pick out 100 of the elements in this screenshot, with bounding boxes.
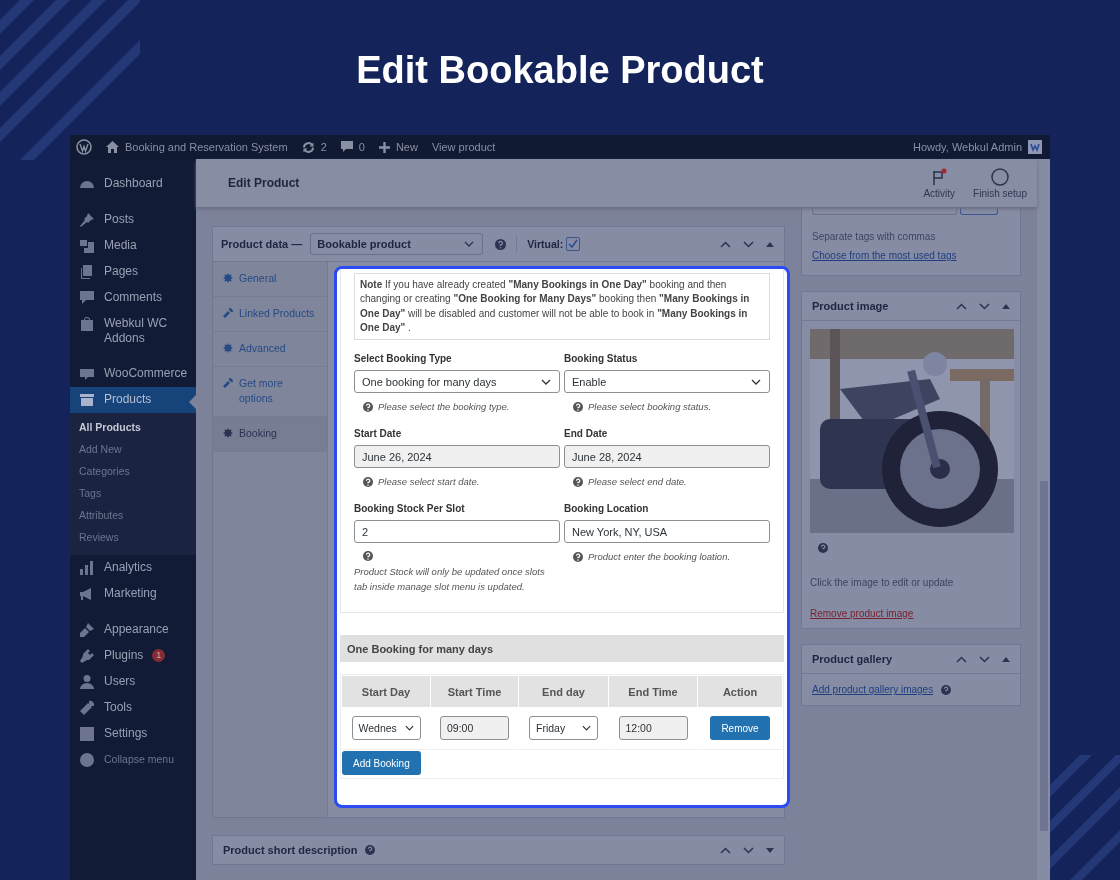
help-text: Please select booking status.	[588, 401, 712, 413]
sidebar-item[interactable]: Media	[70, 233, 196, 259]
box-title: Product image	[812, 300, 889, 312]
select-field[interactable]: Enable	[564, 370, 770, 394]
chevron-down-icon[interactable]	[979, 655, 990, 663]
add-gallery-link[interactable]: Add product gallery images	[812, 684, 934, 695]
sidebar-item[interactable]: Appearance	[70, 617, 196, 643]
view-product-link[interactable]: View product	[431, 141, 496, 153]
sidebar-item[interactable]: Plugins 1	[70, 643, 196, 669]
scrollbar[interactable]	[1037, 159, 1050, 880]
wordpress-logo-icon[interactable]	[76, 139, 92, 155]
chevron-up-icon[interactable]	[956, 655, 967, 663]
input-field[interactable]: 2	[354, 520, 560, 544]
day-select[interactable]: Friday	[529, 716, 598, 741]
submenu-item[interactable]: Attributes	[70, 505, 196, 527]
triangle-up-icon[interactable]	[1002, 303, 1010, 309]
brush-icon	[79, 622, 95, 638]
virtual-checkbox[interactable]	[566, 237, 581, 251]
home-icon	[106, 141, 119, 153]
setup-button[interactable]: Finish setup	[973, 167, 1027, 199]
chevron-up-icon[interactable]	[720, 846, 731, 854]
time-field[interactable]: 12:00	[618, 716, 688, 741]
help-icon	[573, 476, 583, 487]
sidebar-item[interactable]: Webkul WC Addons	[70, 311, 196, 351]
sidebar-item[interactable]: Tools	[70, 695, 196, 721]
column-header: End day	[519, 676, 608, 708]
sidebar-item[interactable]: Marketing	[70, 581, 196, 607]
help-text: Product Stock will only be updated once slots tab inside manage slot menu is updated.	[354, 565, 546, 595]
page-title: Edit Bookable Product	[356, 48, 764, 92]
column-header: Start Day	[342, 676, 430, 708]
activity-button[interactable]: Activity	[923, 167, 956, 199]
day-select[interactable]: Wednes	[351, 716, 421, 741]
tab-icon	[223, 428, 233, 438]
chevron-down-icon[interactable]	[743, 240, 754, 248]
submenu-item[interactable]: Categories	[70, 461, 196, 483]
plus-icon	[378, 141, 390, 153]
most-used-tags-link[interactable]: Choose from the most used tags	[812, 250, 1010, 261]
updates-link[interactable]: 2	[301, 140, 327, 154]
sidebar-item[interactable]: Comments	[70, 285, 196, 311]
field-label: Booking Status	[564, 353, 639, 365]
triangle-up-icon[interactable]	[1002, 656, 1010, 662]
sidebar-item[interactable]: Collapse menu	[70, 747, 196, 773]
sidebar-item[interactable]: Products	[70, 387, 196, 413]
product-data-tab[interactable]: Booking	[213, 417, 327, 452]
sidebar-item[interactable]: Users	[70, 669, 196, 695]
sidebar-item[interactable]: Analytics	[70, 555, 196, 581]
user-icon	[79, 674, 95, 690]
flag-icon	[930, 167, 949, 186]
booking-note: Note If you have already created "Many Bookings in One Day" booking and then changing or creating "One Booking for Many Days" booking then "Many Bookings in One Day" will be disabled and customer will not be able to book in "Many Bookings in One Day" .	[354, 273, 770, 341]
sidebar-item[interactable]: Dashboard	[70, 171, 196, 197]
sidebar-item[interactable]: Settings	[70, 721, 196, 747]
sidebar-item[interactable]: Pages	[70, 259, 196, 285]
triangle-down-icon[interactable]	[766, 847, 774, 853]
input-field[interactable]: New York, NY, USA	[564, 520, 770, 544]
date-field[interactable]: June 26, 2024	[354, 445, 560, 469]
chevron-up-icon[interactable]	[720, 240, 731, 248]
chevron-down-icon[interactable]	[743, 846, 754, 854]
sidebar-item[interactable]: WooCommerce	[70, 361, 196, 387]
sidebar-item[interactable]: Posts	[70, 207, 196, 233]
submenu-item[interactable]: Add New	[70, 439, 196, 461]
tab-icon	[223, 273, 233, 283]
count-badge: 1	[152, 649, 166, 662]
chevron-up-icon[interactable]	[956, 302, 967, 310]
tag-input-field[interactable]	[812, 207, 957, 215]
site-name-link[interactable]: Booking and Reservation System	[106, 141, 288, 153]
product-type-select[interactable]: Bookable product	[310, 233, 484, 255]
column-header: Action	[698, 676, 782, 708]
add-tag-button[interactable]	[960, 207, 998, 215]
help-icon	[941, 684, 952, 695]
help-text: Please select start date.	[378, 476, 480, 488]
virtual-label: Virtual:	[527, 238, 564, 250]
tab-icon	[223, 308, 233, 318]
comments-link[interactable]: 0	[340, 141, 365, 153]
submenu-item[interactable]: All Products	[70, 419, 196, 439]
field-label: Booking Location	[564, 503, 650, 515]
page-heading: Edit Product	[228, 176, 300, 190]
remove-button[interactable]: Remove	[710, 716, 770, 741]
submenu-item[interactable]: Tags	[70, 483, 196, 505]
chevron-down-icon[interactable]	[979, 302, 990, 310]
help-icon	[363, 401, 373, 412]
help-text: Please select the booking type.	[378, 401, 510, 413]
help-icon	[363, 476, 373, 487]
archive-icon	[79, 392, 95, 408]
time-field[interactable]: 09:00	[440, 716, 509, 741]
help-text: Product enter the booking loation.	[588, 551, 731, 563]
add-booking-button[interactable]: Add Booking	[342, 751, 421, 776]
remove-image-link[interactable]: Remove product image	[810, 608, 1012, 619]
column-header: Start Time	[431, 676, 518, 708]
comment-icon	[79, 290, 95, 306]
column-header: End Time	[609, 676, 697, 708]
bars-icon	[79, 560, 95, 576]
triangle-up-icon[interactable]	[766, 241, 774, 247]
date-field[interactable]: June 28, 2024	[564, 445, 770, 469]
account-link[interactable]: Howdy, Webkul Admin	[912, 141, 1022, 153]
new-link[interactable]: New	[378, 141, 418, 153]
bag-icon	[79, 316, 95, 332]
avatar-icon[interactable]	[1028, 140, 1042, 154]
submenu-item[interactable]: Reviews	[70, 527, 196, 549]
media-icon	[79, 238, 95, 254]
select-field[interactable]: One booking for many days	[354, 370, 560, 394]
